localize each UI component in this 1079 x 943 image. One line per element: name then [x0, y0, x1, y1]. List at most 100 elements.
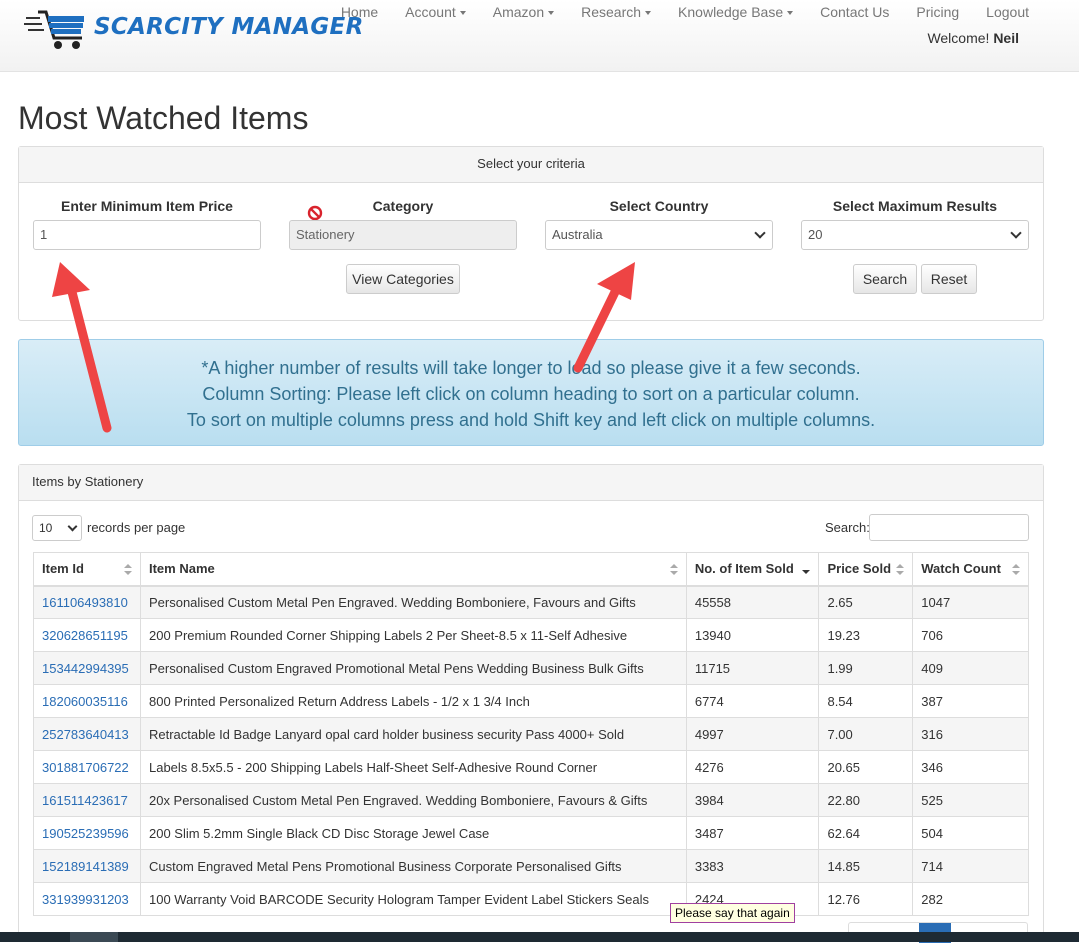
nav-amazon-label: Amazon: [492, 4, 545, 20]
nav-pricing-label: Pricing: [916, 4, 960, 20]
cell-item-id[interactable]: 161106493810: [33, 585, 141, 619]
search-button[interactable]: Search: [853, 264, 917, 294]
info-line-1: *A higher number of results will take lo…: [201, 358, 861, 378]
page-length-select[interactable]: 10: [32, 515, 82, 541]
cell-price-sold: 19.23: [818, 618, 914, 652]
view-categories-button[interactable]: View Categories: [346, 264, 460, 294]
nav-home-label: Home: [340, 4, 379, 20]
caret-down-icon: [548, 11, 555, 16]
column-header-label: No. of Item Sold: [694, 561, 794, 577]
cell-price-sold: 62.64: [818, 816, 914, 850]
cell-item-id[interactable]: 161511423617: [33, 783, 141, 817]
reset-button[interactable]: Reset: [921, 264, 977, 294]
column-header-watch-count[interactable]: Watch Count: [912, 552, 1029, 587]
cell-item-id[interactable]: 153442994395: [33, 651, 141, 685]
cell-price-sold: 8.54: [818, 684, 914, 718]
max-results-select[interactable]: 20: [801, 220, 1029, 250]
max-results-label: Select Maximum Results: [832, 198, 998, 214]
cell-items-sold: 11715: [685, 651, 820, 685]
table-search-input[interactable]: [869, 514, 1029, 541]
cell-watch-count: 504: [912, 816, 1029, 850]
cell-items-sold: 4997: [685, 717, 820, 751]
nav-account[interactable]: Account: [405, 4, 466, 20]
nav-home[interactable]: Home: [341, 4, 378, 20]
table-search-label: Search:: [825, 520, 870, 535]
category-input: Stationery: [289, 220, 517, 250]
cell-watch-count: 316: [912, 717, 1029, 751]
table-header-row: Item Id Item Name No. of Item Sold Price…: [33, 552, 1029, 587]
taskbar: [0, 932, 1079, 942]
criteria-heading: Select your criteria: [19, 147, 1043, 183]
nav-contact-us[interactable]: Contact Us: [820, 4, 889, 20]
cell-item-id[interactable]: 182060035116: [33, 684, 141, 718]
table-row[interactable]: 320628651195 200 Premium Rounded Corner S…: [33, 618, 1029, 652]
cell-price-sold: 14.85: [818, 849, 914, 883]
category-value: Stationery: [296, 227, 355, 242]
country-label: Select Country: [609, 198, 709, 214]
cell-item-id[interactable]: 331939931203: [33, 882, 141, 916]
cell-price-sold: 20.65: [818, 750, 914, 784]
cell-item-id[interactable]: 152189141389: [33, 849, 141, 883]
records-per-page-label: records per page: [87, 520, 186, 535]
table-row[interactable]: 252783640413 Retractable Id Badge Lanyard…: [33, 717, 1029, 751]
table-row[interactable]: 182060035116 800 Printed Personalized Ret…: [33, 684, 1029, 718]
cell-watch-count: 714: [912, 849, 1029, 883]
nav-knowledge-base[interactable]: Knowledge Base: [678, 4, 794, 20]
table-body: 161106493810 Personalised Custom Metal Pe…: [33, 585, 1029, 916]
table-row[interactable]: 152189141389 Custom Engraved Metal Pens P…: [33, 849, 1029, 883]
country-value: Australia: [552, 227, 603, 242]
cell-item-name: 20x Personalised Custom Metal Pen Engrav…: [139, 783, 687, 817]
cell-item-name: 100 Warranty Void BARCODE Security Holog…: [139, 882, 687, 916]
nav-research-label: Research: [581, 4, 642, 20]
column-header-item-id[interactable]: Item Id: [33, 552, 141, 587]
cell-item-id[interactable]: 190525239596: [33, 816, 141, 850]
brand-logo[interactable]: SCARCITY MANAGER: [24, 8, 363, 52]
nav-contact-us-label: Contact Us: [820, 4, 890, 20]
column-header-price-sold[interactable]: Price Sold: [818, 552, 914, 587]
nav-knowledge-base-label: Knowledge Base: [678, 4, 784, 20]
taskbar-button[interactable]: [70, 932, 118, 942]
table-row[interactable]: 161106493810 Personalised Custom Metal Pe…: [33, 585, 1029, 619]
nav-pricing[interactable]: Pricing: [916, 4, 959, 20]
min-price-value: 1: [40, 227, 48, 242]
cell-items-sold: 3984: [685, 783, 820, 817]
nav-logout[interactable]: Logout: [986, 4, 1029, 20]
cell-item-name: 800 Printed Personalized Return Address …: [139, 684, 687, 718]
cell-item-name: Retractable Id Badge Lanyard opal card h…: [139, 717, 687, 751]
cell-item-id[interactable]: 252783640413: [33, 717, 141, 751]
items-heading: Items by Stationery: [19, 465, 1043, 501]
cell-items-sold: 4276: [685, 750, 820, 784]
cell-items-sold: 13940: [685, 618, 820, 652]
caret-down-icon: [787, 11, 794, 16]
min-price-input[interactable]: 1: [33, 220, 261, 250]
column-header-items-sold[interactable]: No. of Item Sold: [685, 552, 820, 587]
cell-price-sold: 7.00: [818, 717, 914, 751]
nav-research[interactable]: Research: [581, 4, 652, 20]
cell-watch-count: 387: [912, 684, 1029, 718]
criteria-panel: Select your criteria Enter Minimum Item …: [18, 146, 1044, 321]
column-header-label: Watch Count: [921, 561, 1001, 577]
caret-down-icon: [645, 11, 652, 16]
table-row[interactable]: 301881706722 Labels 8.5x5.5 - 200 Shippin…: [33, 750, 1029, 784]
table-row[interactable]: 153442994395 Personalised Custom Engraved…: [33, 651, 1029, 685]
cell-item-id[interactable]: 301881706722: [33, 750, 141, 784]
nav-amazon[interactable]: Amazon: [492, 4, 555, 20]
chevron-down-icon: [1010, 227, 1022, 239]
chevron-down-icon: [67, 521, 78, 532]
table-row[interactable]: 190525239596 200 Slim 5.2mm Single Black …: [33, 816, 1029, 850]
shopping-cart-icon: [24, 10, 84, 49]
column-header-item-name[interactable]: Item Name: [139, 552, 687, 587]
welcome-user: Neil: [993, 30, 1019, 46]
table-row[interactable]: 161511423617 20x Personalised Custom Meta…: [33, 783, 1029, 817]
main-nav: Home Account Amazon Research Knowledge B…: [314, 4, 1029, 20]
caret-down-icon: [459, 11, 466, 16]
table-row[interactable]: 331939931203 100 Warranty Void BARCODE Se…: [33, 882, 1029, 916]
sort-icon: [1012, 564, 1020, 576]
welcome-message: Welcome! Neil: [927, 30, 1019, 46]
info-line-3: To sort on multiple columns press and ho…: [186, 410, 876, 430]
country-select[interactable]: Australia: [545, 220, 773, 250]
cell-watch-count: 525: [912, 783, 1029, 817]
tooltip: Please say that again: [670, 903, 795, 923]
cell-item-id[interactable]: 320628651195: [33, 618, 141, 652]
max-results-value: 20: [808, 227, 823, 242]
